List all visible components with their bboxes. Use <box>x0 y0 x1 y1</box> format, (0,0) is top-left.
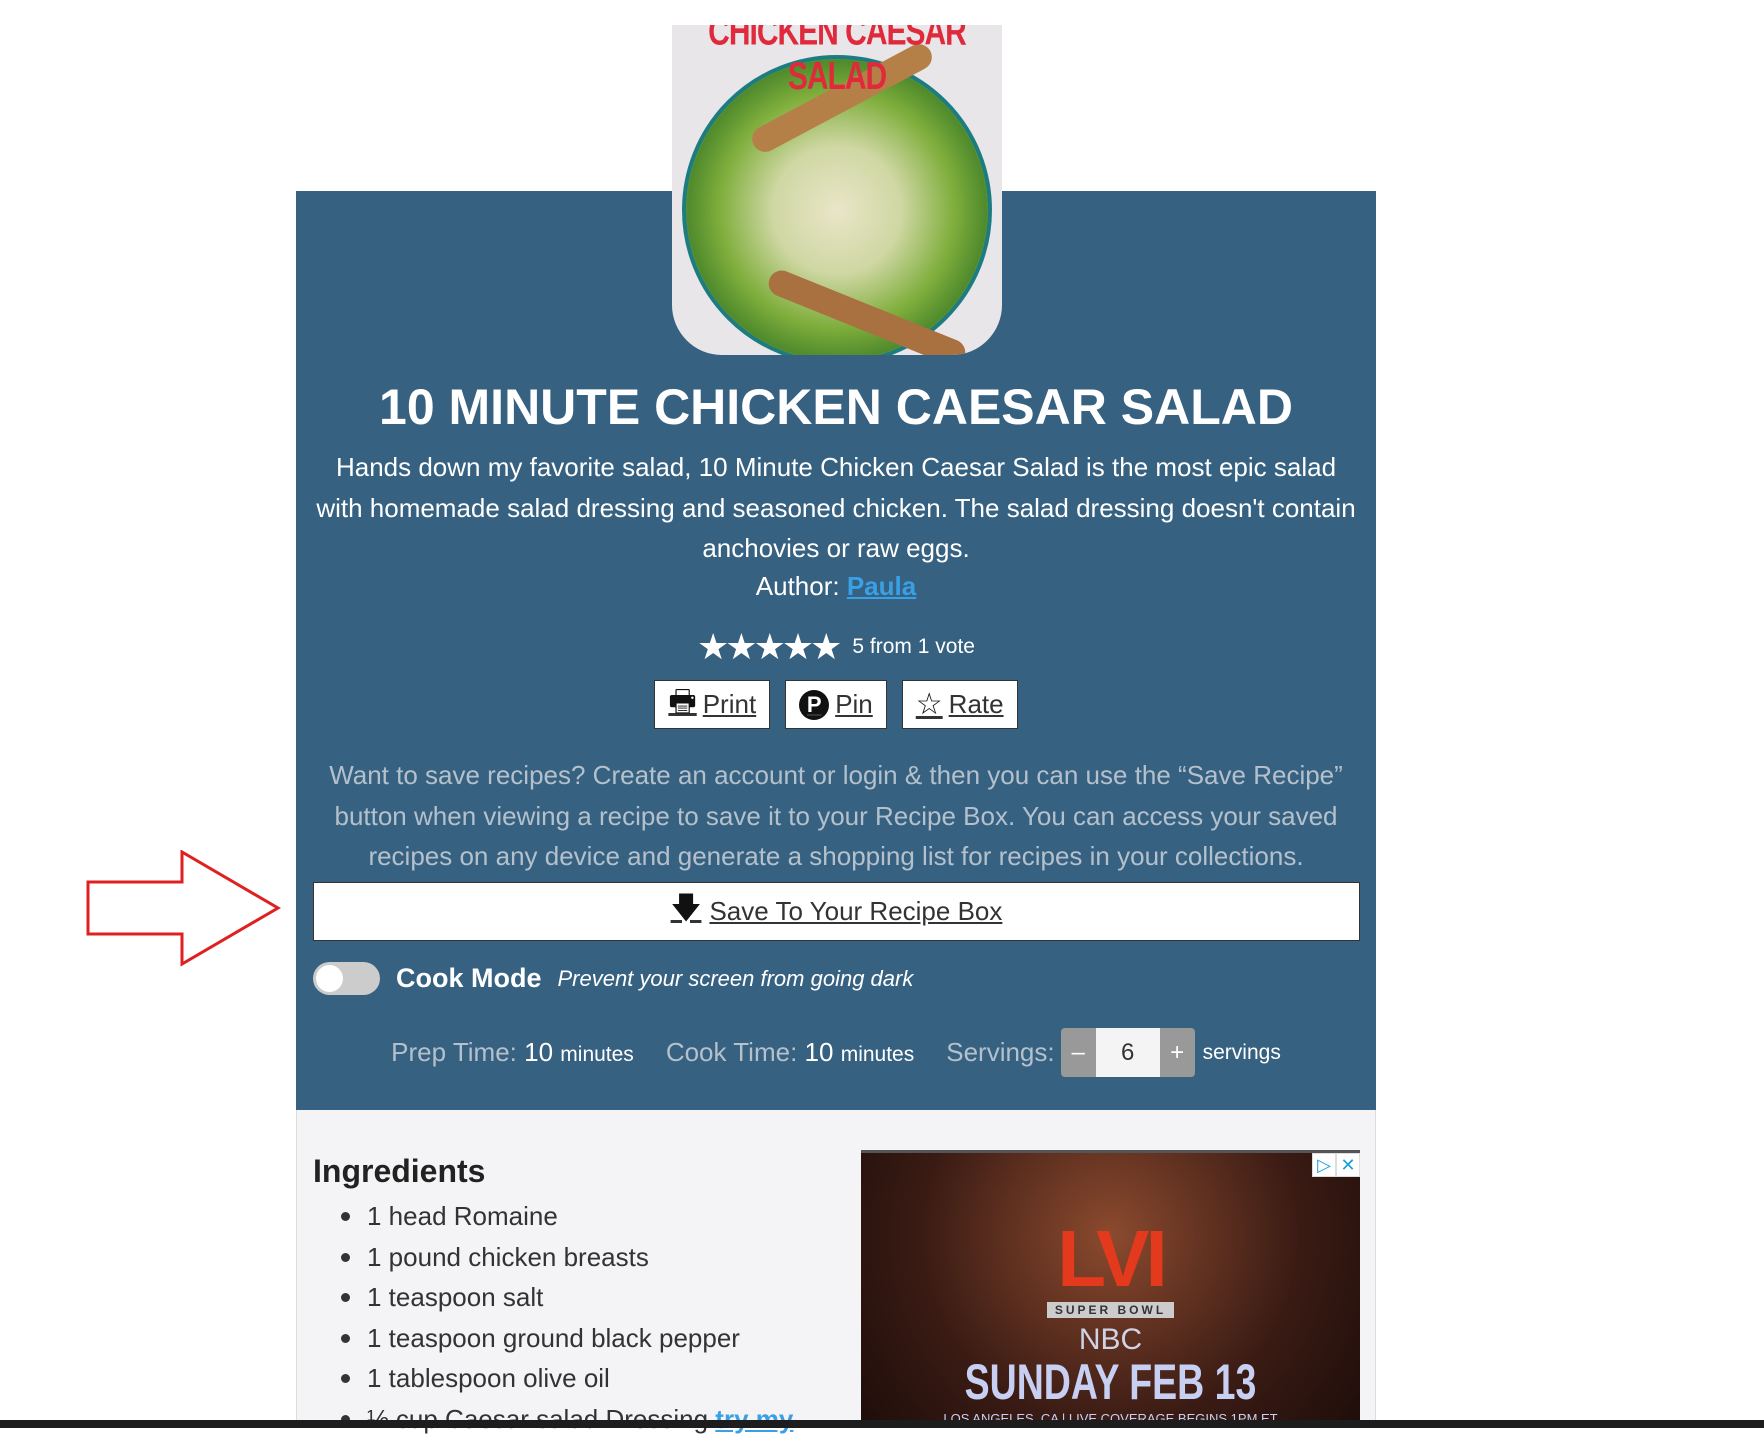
save-info: Want to save recipes? Create an account … <box>306 755 1366 877</box>
author-link[interactable]: Paula <box>847 571 916 601</box>
red-arrow-annotation <box>86 850 282 968</box>
cook-mode-toggle[interactable] <box>313 962 380 995</box>
decrease-servings-button[interactable]: – <box>1061 1028 1096 1077</box>
recipe-times: Prep Time: 10 minutes Cook Time: 10 minu… <box>296 1028 1376 1077</box>
pinterest-icon: P <box>799 690 829 720</box>
star-icon: ☆ <box>916 687 943 722</box>
ingredients-heading: Ingredients <box>313 1153 485 1190</box>
recipe-description: Hands down my favorite salad, 10 Minute … <box>316 447 1356 569</box>
print-button[interactable]: 🖶Print <box>654 680 770 729</box>
rating[interactable]: ★★★★★ 5 from 1 vote <box>296 626 1376 668</box>
servings-input[interactable]: 6 <box>1096 1028 1160 1077</box>
bottom-ad-bar <box>0 1420 1764 1428</box>
recipe-title: 10 MINUTE CHICKEN CAESAR SALAD <box>296 378 1376 436</box>
star-rating-icon[interactable]: ★★★★★ <box>697 626 838 668</box>
list-item: 1 pound chicken breasts <box>313 1237 793 1278</box>
list-item: 1 head Romaine <box>313 1196 793 1237</box>
dressing-link[interactable]: try my <box>715 1404 793 1434</box>
cook-mode: Cook Mode Prevent your screen from going… <box>313 962 913 995</box>
increase-servings-button[interactable]: + <box>1160 1028 1195 1077</box>
ingredients-list: 1 head Romaine 1 pound chicken breasts 1… <box>313 1196 793 1439</box>
recipe-author: Author: Paula <box>296 571 1376 602</box>
cook-time: Cook Time: 10 minutes <box>666 1037 914 1068</box>
close-ad-icon[interactable]: ✕ <box>1336 1153 1360 1177</box>
photo-banner: CHICKEN CAESAR SALAD <box>672 25 1002 99</box>
list-item: 1 teaspoon salt <box>313 1277 793 1318</box>
prep-time: Prep Time: 10 minutes <box>391 1037 634 1068</box>
advertisement[interactable]: ▷✕ LVI SUPER BOWL NBC SUNDAY FEB 13 LOS … <box>861 1150 1360 1428</box>
servings-stepper[interactable]: –6+ <box>1061 1028 1195 1077</box>
printer-icon: 🖶 <box>668 679 696 730</box>
save-recipe-box-button[interactable]: 🡇Save To Your Recipe Box <box>313 882 1360 941</box>
adchoices-icon[interactable]: ▷ <box>1312 1153 1336 1177</box>
list-item: 1 tablespoon olive oil <box>313 1358 793 1399</box>
download-arrow-icon: 🡇 <box>671 886 702 937</box>
rating-text: 5 from 1 vote <box>852 635 975 659</box>
servings: Servings: –6+ servings <box>946 1028 1281 1077</box>
list-item: 1 teaspoon ground black pepper <box>313 1318 793 1359</box>
rate-button[interactable]: ☆Rate <box>902 680 1018 729</box>
recipe-photo: CHICKEN CAESAR SALAD <box>672 25 1002 355</box>
pin-button[interactable]: PPin <box>785 680 887 729</box>
list-item: ½ cup Caesar salad Dressing try my <box>313 1399 793 1439</box>
